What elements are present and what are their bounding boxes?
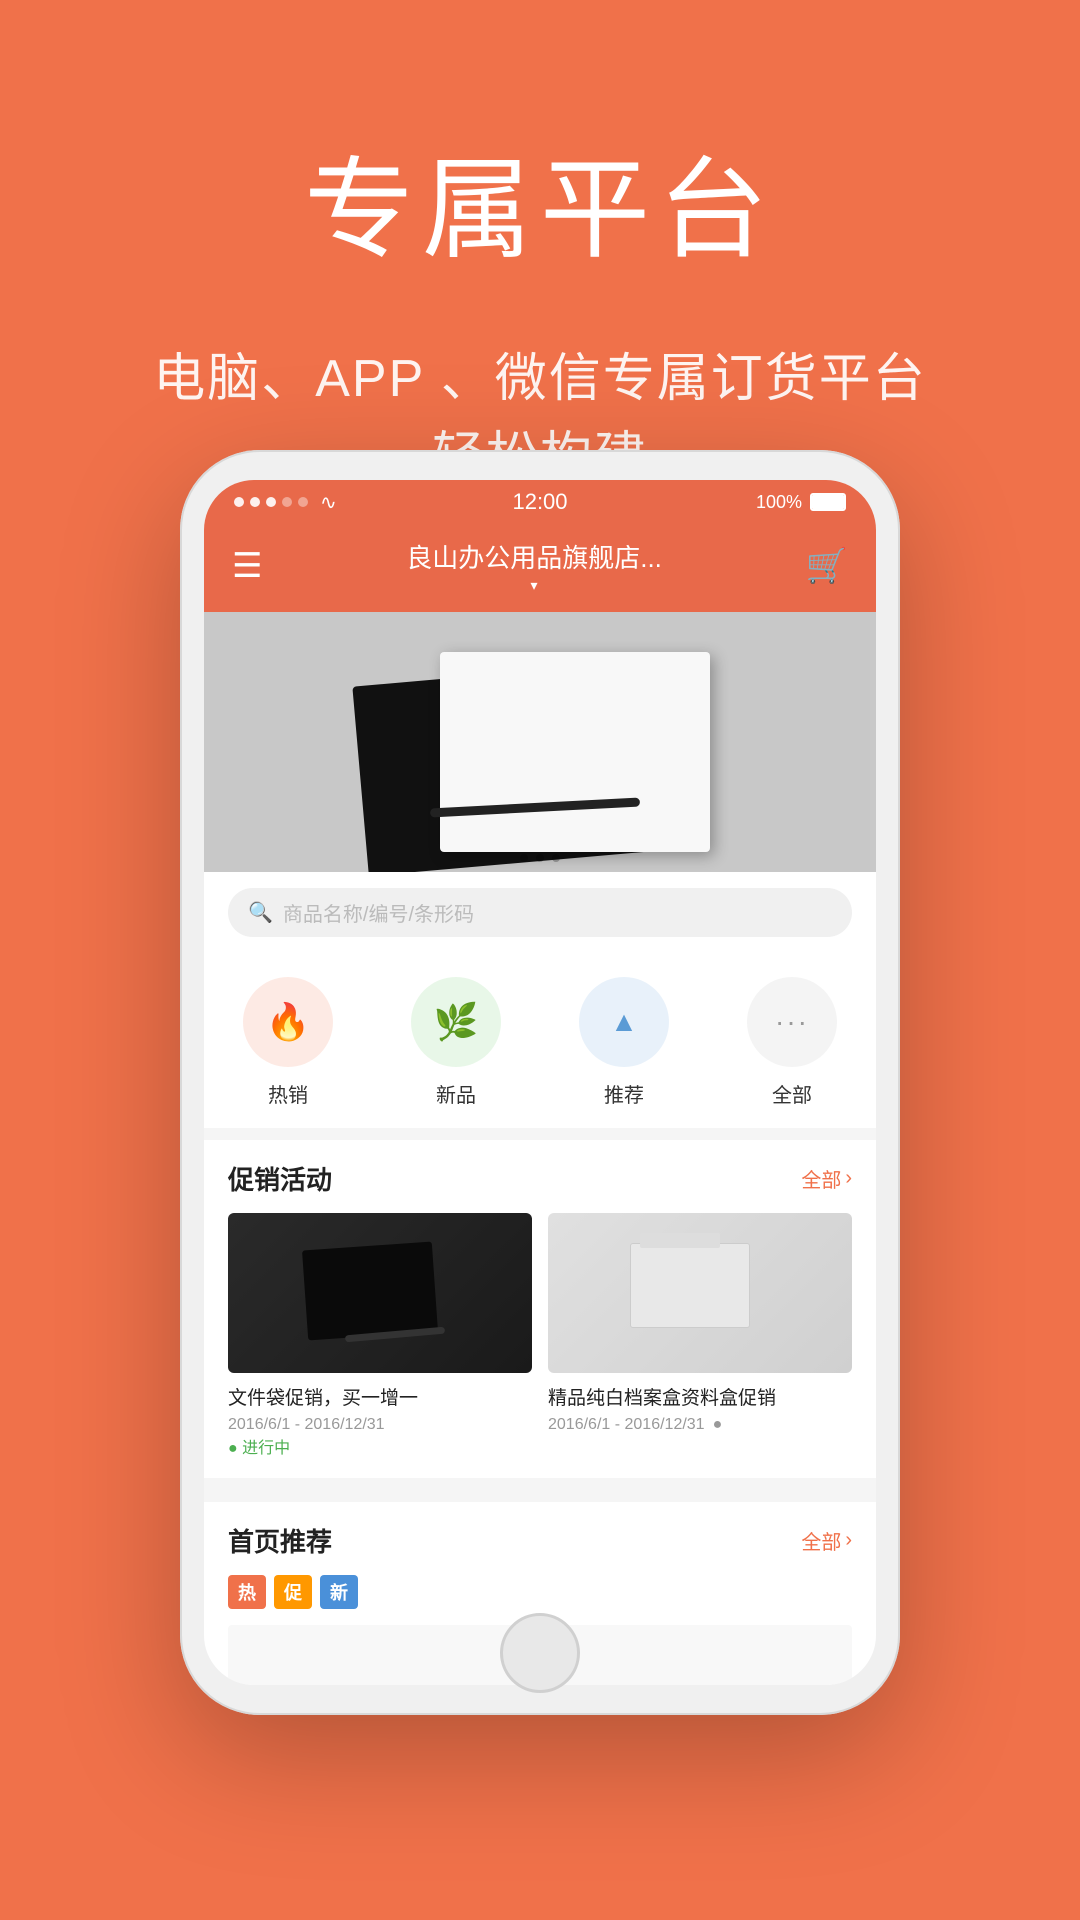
promo-product-1 [228,1213,532,1373]
promo-box-main [630,1243,750,1328]
nav-title: 良山办公用品旗舰店... [406,538,662,575]
battery-fill [812,495,844,509]
promo-date-row-2: 2016/6/1 - 2016/12/31 ● [548,1416,852,1434]
wifi-icon: ∿ [320,490,337,515]
featured-title: 首页推荐 [228,1522,332,1559]
categories-section: 🔥 热销 🌿 新品 ▲ 推荐 ··· 全部 [204,953,876,1128]
promo-product-2 [548,1213,852,1373]
phone-outer: ∿ 12:00 100% ☰ 良山办公用品旗舰店... ▾ [180,450,900,1715]
hero-subtitle-line1: 电脑、APP 、微信专属订货平台 [153,350,927,408]
search-bar[interactable]: 🔍 商品名称/编号/条形码 [228,888,852,937]
search-icon: 🔍 [248,900,273,925]
signal-dot-4 [282,497,292,507]
menu-icon[interactable]: ☰ [232,549,262,583]
battery-bar [810,493,846,511]
banner-dot-1[interactable] [520,854,528,862]
promo-notebook-illus-1 [305,1238,455,1348]
category-all-icon: ··· [747,977,837,1067]
chevron-right-icon: › [845,1167,852,1190]
promo-title-2: 精品纯白档案盒资料盒促销 [548,1383,852,1410]
promo-box-flap [640,1233,720,1248]
category-new-label: 新品 [436,1079,476,1108]
promo-title-1: 文件袋促销，买一增一 [228,1383,532,1410]
featured-link[interactable]: 全部 › [801,1526,852,1555]
promo-status-row-1: ● 进行中 [228,1434,532,1458]
category-hot-label: 热销 [268,1079,308,1108]
product-banner [204,612,876,872]
promotions-link-text: 全部 [801,1164,841,1193]
promo-card-2[interactable]: 精品纯白档案盒资料盒促销 2016/6/1 - 2016/12/31 ● [548,1213,852,1458]
search-section: 🔍 商品名称/编号/条形码 [204,872,876,953]
cart-icon[interactable]: 🛒 [806,546,848,586]
signal-dot-2 [250,497,260,507]
banner-dot-2[interactable] [536,854,544,862]
category-rec-label: 推荐 [604,1079,644,1108]
badge-promo: 促 [274,1575,312,1609]
promotions-header: 促销活动 全部 › [228,1160,852,1197]
promo-image-1 [228,1213,532,1373]
featured-header: 首页推荐 全部 › [228,1522,852,1559]
banner-image [204,612,876,872]
phone-screen: ∿ 12:00 100% ☰ 良山办公用品旗舰店... ▾ [204,480,876,1685]
promotions-section: 促销活动 全部 › [204,1140,876,1478]
category-new[interactable]: 🌿 新品 [411,977,501,1108]
category-all[interactable]: ··· 全部 [747,977,837,1108]
signal-dot-3 [266,497,276,507]
banner-dots [520,854,560,862]
section-divider-2 [204,1478,876,1490]
battery-icon [810,493,846,511]
category-hot-icon: 🔥 [243,977,333,1067]
promotions-link[interactable]: 全部 › [801,1164,852,1193]
signal-dot-5 [298,497,308,507]
status-time: 12:00 [512,489,567,515]
category-rec[interactable]: ▲ 推荐 [579,977,669,1108]
status-bar: ∿ 12:00 100% [204,480,876,524]
banner-dot-3[interactable] [552,854,560,862]
notebook-illustration [350,642,730,842]
category-all-label: 全部 [772,1079,812,1108]
featured-link-text: 全部 [801,1526,841,1555]
category-new-icon: 🌿 [411,977,501,1067]
badge-new: 新 [320,1575,358,1609]
phone-home-button[interactable] [500,1613,580,1693]
featured-badges: 热 促 新 [228,1575,852,1609]
promo-date-row-1: 2016/6/1 - 2016/12/31 [228,1416,532,1434]
promo-box-illus [630,1243,770,1343]
battery-percent: 100% [756,492,802,513]
promotions-title: 促销活动 [228,1160,332,1197]
nav-title-container[interactable]: 良山办公用品旗舰店... ▾ [406,538,662,594]
section-divider-1 [204,1128,876,1140]
hero-title: 专属平台 [0,120,1080,280]
promo-card-1[interactable]: 文件袋促销，买一增一 2016/6/1 - 2016/12/31 ● 进行中 [228,1213,532,1458]
promotions-grid: 文件袋促销，买一增一 2016/6/1 - 2016/12/31 ● 进行中 [228,1213,852,1458]
nav-bar: ☰ 良山办公用品旗舰店... ▾ 🛒 [204,524,876,612]
status-right: 100% [756,492,846,513]
category-rec-icon: ▲ [579,977,669,1067]
phone-mockup: ∿ 12:00 100% ☰ 良山办公用品旗舰店... ▾ [180,450,900,1715]
category-hot[interactable]: 🔥 热销 [243,977,333,1108]
badge-hot: 热 [228,1575,266,1609]
search-placeholder: 商品名称/编号/条形码 [283,898,474,927]
featured-chevron-icon: › [845,1529,852,1552]
notebook-front-page [440,652,710,852]
promo-image-2 [548,1213,852,1373]
nav-arrow-icon: ▾ [406,577,662,594]
status-dots: ∿ [234,490,337,515]
promo-date-1: 2016/6/1 - 2016/12/31 [228,1416,385,1434]
promo-nb-back-1 [302,1242,438,1341]
signal-dot-1 [234,497,244,507]
promo-status-2: ● [713,1416,723,1434]
promo-date-2: 2016/6/1 - 2016/12/31 [548,1416,705,1434]
promo-status-1: ● 进行中 [228,1434,290,1458]
